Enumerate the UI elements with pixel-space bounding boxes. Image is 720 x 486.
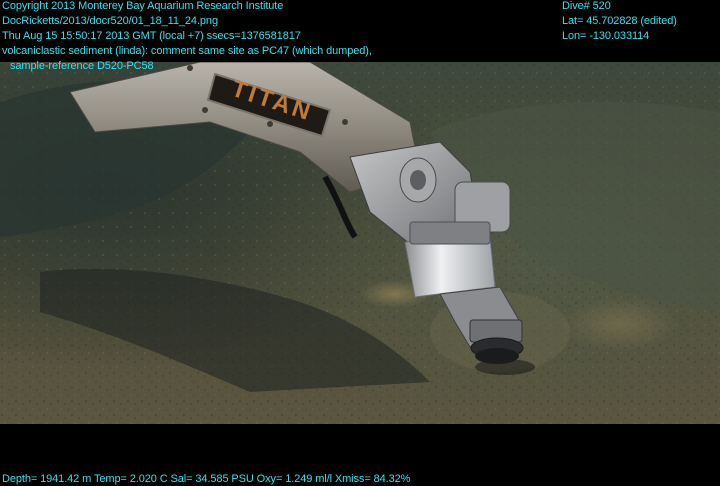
timestamp-text: Thu Aug 15 15:50:17 2013 GMT (local +7) … — [2, 30, 301, 42]
seafloor-scene: TITAN — [0, 62, 720, 424]
video-frame: TITAN Copyright 2013 Monterey Bay Aquari… — [0, 0, 720, 486]
comment-line-2: sample-reference D520-PC58 — [10, 60, 154, 72]
latitude-text: Lat= 45.702828 (edited) — [562, 15, 677, 27]
file-path-text: DocRicketts/2013/docr520/01_18_11_24.png — [2, 15, 218, 27]
header-overlay-left: Copyright 2013 Monterey Bay Aquarium Res… — [2, 0, 372, 74]
dive-number-text: Dive# 520 — [562, 0, 611, 12]
longitude-text: Lon= -130.033114 — [562, 30, 650, 42]
copyright-text: Copyright 2013 Monterey Bay Aquarium Res… — [2, 0, 284, 12]
header-overlay-right: Dive# 520 Lat= 45.702828 (edited) Lon= -… — [562, 0, 677, 44]
sensor-readout: Depth= 1941.42 m Temp= 2.020 C Sal= 34.5… — [2, 473, 411, 485]
comment-line-1: volcaniclastic sediment (linda): comment… — [2, 45, 372, 57]
